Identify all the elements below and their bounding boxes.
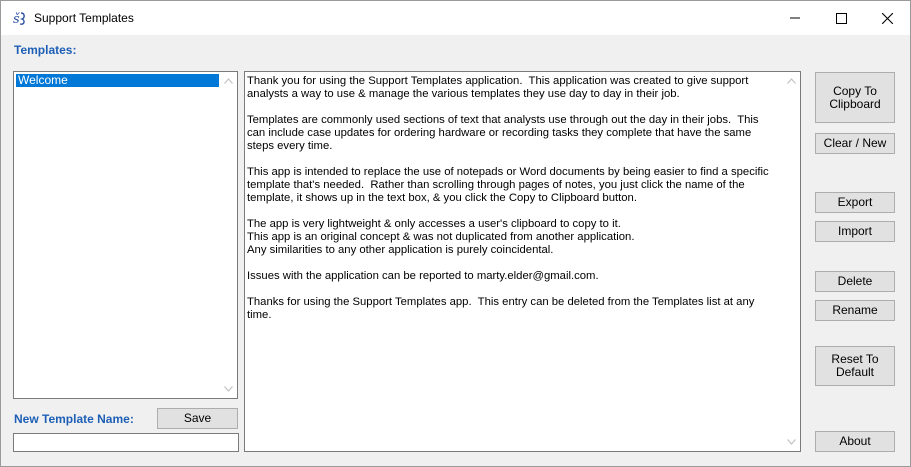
templates-label: Templates: bbox=[14, 43, 77, 57]
app-window: š Support Templates Templates: Welcome N… bbox=[0, 0, 911, 467]
import-button[interactable]: Import bbox=[815, 221, 895, 242]
about-button[interactable]: About bbox=[815, 431, 895, 452]
scroll-down-icon[interactable] bbox=[224, 386, 233, 392]
copy-to-clipboard-button[interactable]: Copy To Clipboard bbox=[815, 72, 895, 123]
save-button[interactable]: Save bbox=[157, 408, 238, 429]
template-text-area[interactable]: Thank you for using the Support Template… bbox=[244, 71, 801, 452]
scroll-down-icon[interactable] bbox=[787, 439, 796, 445]
new-template-name-label: New Template Name: bbox=[14, 412, 134, 426]
new-template-name-input[interactable] bbox=[13, 433, 239, 452]
maximize-icon bbox=[835, 12, 847, 24]
text-area-scrollbar[interactable] bbox=[783, 72, 800, 451]
export-button[interactable]: Export bbox=[815, 192, 895, 213]
rename-button[interactable]: Rename bbox=[815, 300, 895, 321]
clear-new-button[interactable]: Clear / New bbox=[815, 133, 895, 154]
title-bar[interactable]: š Support Templates bbox=[1, 1, 910, 35]
app-logo-icon: š bbox=[13, 12, 25, 26]
template-text[interactable]: Thank you for using the Support Template… bbox=[247, 75, 777, 322]
scroll-up-icon[interactable] bbox=[224, 78, 233, 84]
scroll-up-icon[interactable] bbox=[787, 78, 796, 84]
list-item[interactable]: Welcome bbox=[16, 74, 219, 87]
svg-text:š: š bbox=[13, 12, 20, 26]
delete-button[interactable]: Delete bbox=[815, 271, 895, 292]
close-icon bbox=[881, 12, 893, 24]
templates-list[interactable]: Welcome bbox=[13, 71, 238, 399]
minimize-icon bbox=[790, 17, 800, 19]
templates-list-scrollbar[interactable] bbox=[220, 72, 237, 398]
minimize-button[interactable] bbox=[772, 1, 818, 35]
reset-to-default-button[interactable]: Reset To Default bbox=[815, 346, 895, 386]
window-title: Support Templates bbox=[34, 11, 134, 25]
maximize-button[interactable] bbox=[818, 1, 864, 35]
close-button[interactable] bbox=[864, 1, 910, 35]
